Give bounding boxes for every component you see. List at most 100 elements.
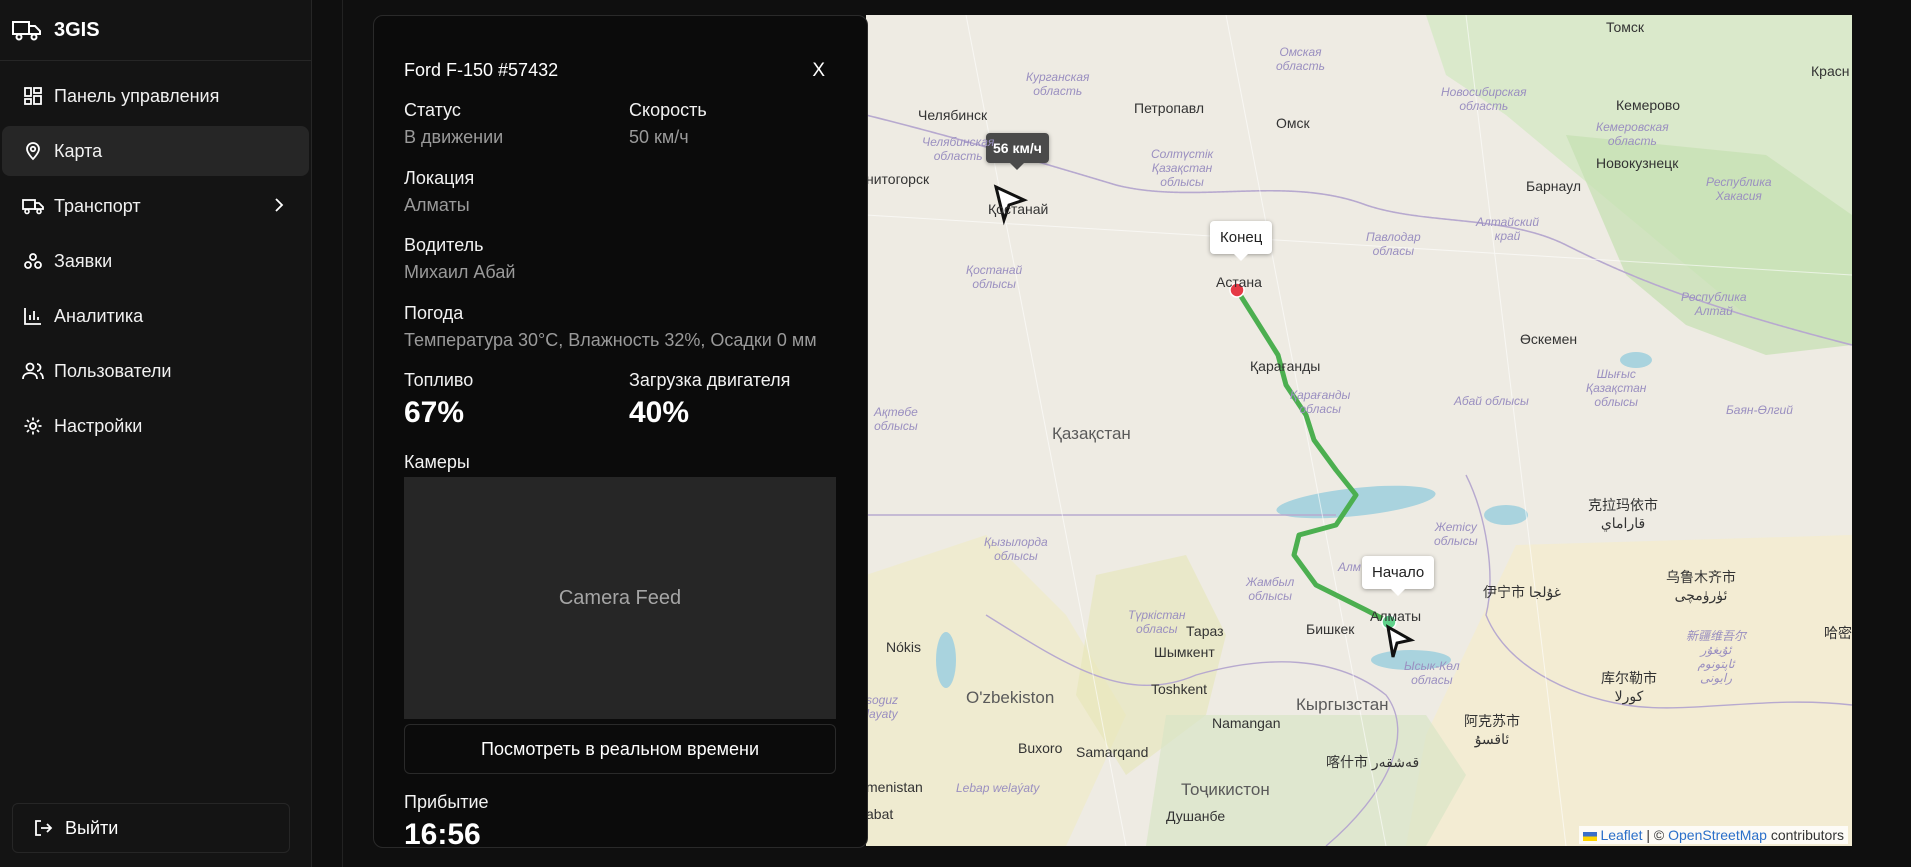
osm-link[interactable]: OpenStreetMap	[1668, 827, 1767, 843]
map-label: Душанбе	[1166, 808, 1226, 824]
map-label: Омская область	[1276, 45, 1325, 73]
map-label: Қарағанды обласы	[1290, 388, 1351, 416]
watch-live-button[interactable]: Посмотреть в реальном времени	[404, 724, 836, 774]
map-label: Алм	[1338, 560, 1361, 574]
map-label: Республика Хакасия	[1706, 175, 1772, 203]
ukraine-flag-icon	[1582, 831, 1597, 841]
speed-label: Скорость	[629, 100, 707, 120]
map-attribution: Leaflet | © OpenStreetMap contributors	[1578, 826, 1848, 844]
driver-value: Михаил Абай	[404, 262, 516, 282]
map-label: Toshkent	[1151, 681, 1208, 697]
engine-label: Загрузка двигателя	[629, 370, 791, 390]
camera-placeholder: Camera Feed	[558, 586, 682, 609]
vehicle-panel: Ford F-150 #57432 X Статус В движении Ск…	[373, 15, 868, 848]
map-label: Челябинская область	[922, 135, 995, 163]
engine-value: 40%	[629, 396, 690, 429]
map-label: Солтүстік Қазақстан облысы	[1151, 147, 1214, 189]
sidebar-item-transport[interactable]: Транспорт	[2, 181, 309, 231]
sidebar-item-map[interactable]: Карта	[2, 126, 309, 176]
map-label: Алматы	[1370, 608, 1422, 624]
map-label: 哈密	[1824, 625, 1852, 641]
sidebar-item-analytics[interactable]: Аналитика	[2, 291, 309, 341]
map-label: Тараз	[1186, 623, 1224, 639]
map-label: Ысык-Көл обласы	[1404, 659, 1460, 687]
map-label: 克拉玛依市 قاراماي	[1588, 497, 1658, 531]
map-label: Павлодар обласы	[1366, 230, 1421, 258]
map-label: Қазақстан	[1052, 424, 1131, 443]
map-label: 乌鲁木齐市 ئۈرۈمچى	[1666, 569, 1736, 603]
map-label: Жамбыл облысы	[1246, 575, 1295, 603]
map-label: Баян-Өлгий	[1726, 403, 1793, 417]
truck-icon	[22, 195, 44, 217]
sidebar-item-label: Карта	[54, 140, 103, 161]
map-label: Тоҷикистон	[1181, 780, 1270, 799]
sidebar-item-label: Настройки	[54, 415, 143, 436]
camera-feed[interactable]: Camera Feed	[404, 477, 836, 719]
map-label: Қостанай облысы	[966, 263, 1023, 291]
map-label: Кемерово	[1616, 97, 1680, 113]
map-label: 伊宁市 غۇلجا	[1483, 584, 1562, 600]
map-label: Кыргызстан	[1296, 695, 1389, 714]
map-label: 喀什市 قەشقەر	[1326, 754, 1420, 770]
sidebar-nav: Панель управления Карта Транспорт Заявки…	[0, 61, 311, 451]
sidebar-item-settings[interactable]: Настройки	[2, 401, 309, 451]
map-label: O'zbekiston	[966, 688, 1055, 707]
map-label: Астана	[1216, 274, 1262, 290]
map-label: abat	[866, 806, 894, 822]
logout-icon	[33, 818, 53, 838]
sidebar-item-label: Панель управления	[54, 85, 220, 106]
map-pin-icon	[22, 140, 44, 162]
map-label: Алтайский край	[1476, 215, 1539, 243]
map-label: soguz layaty	[866, 693, 899, 721]
sidebar-item-label: Транспорт	[54, 195, 141, 216]
arrival-value: 16:56	[404, 818, 481, 848]
map-label: Республика Алтай	[1681, 290, 1747, 318]
weather-label: Погода	[404, 303, 464, 323]
start-tooltip: Начало	[1362, 556, 1435, 596]
map-label: Buxoro	[1018, 740, 1063, 756]
map-label: Абай облысы	[1454, 394, 1529, 408]
logout-button[interactable]: Выйти	[12, 803, 290, 853]
map-label: Өскемен	[1520, 331, 1578, 347]
driver-label: Водитель	[404, 235, 484, 255]
map-label: Қостанай	[988, 201, 1049, 217]
map-label: Курганская область	[1026, 70, 1090, 98]
leaflet-link[interactable]: Leaflet	[1600, 827, 1642, 843]
map-label: Новосибирская область	[1441, 85, 1527, 113]
close-button[interactable]: X	[812, 60, 825, 82]
map-label: Жетісу облысы	[1434, 520, 1478, 548]
map-label: Lebap welaýaty	[956, 781, 1040, 795]
map-label: Омск	[1276, 115, 1310, 131]
map-label: 新疆维吾尔 ئۇيغۇر ئاپتونوم رايونى	[1686, 629, 1747, 685]
map-label: Namangan	[1212, 715, 1281, 731]
map-view[interactable]: 56 км/ч Конец Начало Томск Красн Омская …	[866, 15, 1852, 846]
speed-tooltip: 56 км/ч	[986, 133, 1049, 170]
map-label: Томск	[1606, 19, 1644, 35]
map-label: Шығыс Қазақстан облысы	[1586, 367, 1647, 409]
logout-label: Выйти	[65, 817, 119, 838]
fuel-value: 67%	[404, 396, 465, 429]
chevron-right-icon	[273, 196, 285, 219]
map-label: Новокузнецк	[1596, 155, 1679, 171]
map-label: Барнаул	[1526, 178, 1581, 194]
attribution-suffix: contributors	[1770, 827, 1844, 843]
attribution-sep: | ©	[1646, 827, 1665, 843]
sidebar-item-users[interactable]: Пользователи	[2, 346, 309, 396]
map-label: Красн	[1811, 63, 1850, 79]
app-name: 3GIS	[54, 18, 100, 41]
map-label: Түркістан обласы	[1128, 608, 1186, 636]
map-label: Қарағанды	[1250, 358, 1321, 374]
requests-icon	[22, 250, 44, 272]
status-label: Статус	[404, 100, 461, 120]
brand[interactable]: 3GIS	[0, 0, 311, 61]
map-label: Петропавл	[1134, 100, 1205, 116]
map-label: 库尔勒市 كورلا	[1601, 670, 1657, 704]
sidebar: 3GIS Панель управления Карта Транспорт З…	[0, 0, 312, 867]
map-label: нитогорск	[866, 171, 930, 187]
sidebar-item-requests[interactable]: Заявки	[2, 236, 309, 286]
arrival-label: Прибытие	[404, 792, 489, 812]
truck-logo-icon	[12, 19, 42, 41]
right-gutter	[1852, 0, 1911, 867]
sidebar-item-dashboard[interactable]: Панель управления	[2, 71, 309, 121]
fuel-label: Топливо	[404, 370, 474, 390]
